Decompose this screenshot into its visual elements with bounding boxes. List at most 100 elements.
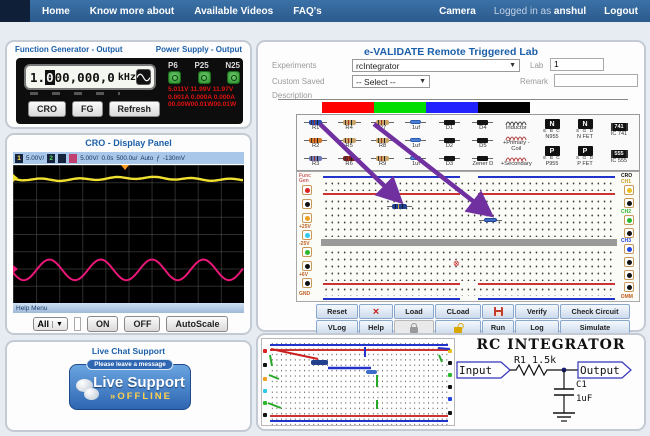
svg-text:1uF: 1uF [576,394,592,404]
autoscale-button[interactable]: AutoScale [166,316,229,332]
p6-power-led[interactable] [168,71,181,84]
placed-capacitor[interactable] [479,218,502,222]
component-n-fet[interactable]: NS G DN FET [569,116,601,143]
component-npn-transistor[interactable]: NE B C N955 [535,116,569,143]
wire-color-blue[interactable] [426,102,478,113]
component-secondary-coil[interactable]: +Secondary [500,152,533,170]
chevron-down-icon: ▼ [419,78,426,85]
custom-saved-select[interactable]: -- Select -- ▼ [352,75,430,88]
svg-text:Output: Output [580,364,620,377]
component-pnp-transistor[interactable]: PE B C P955 [535,143,569,170]
ch1-gnd-terminal[interactable] [624,198,634,208]
component-r1[interactable]: R1 [299,116,332,134]
component-d5[interactable]: D5 [466,134,499,152]
refresh-button[interactable]: Refresh [108,101,161,117]
component-primary-coil[interactable]: +Primary - Coil [500,134,533,152]
nav-home[interactable]: Home [42,6,70,17]
gnd-terminal-3[interactable] [302,278,312,288]
component-ic555[interactable]: 555 IC 555 [601,143,637,170]
channel-indicator[interactable] [73,317,81,331]
component-zener[interactable]: Zener D [466,152,499,170]
lab-number-input[interactable]: 1 [550,58,604,71]
help-menu-bar[interactable]: Help Menu [13,303,244,313]
nav-know-more[interactable]: Know more about [90,6,174,17]
on-button[interactable]: ON [86,316,119,332]
component-cap1[interactable]: 1uf [399,116,432,134]
component-r7[interactable]: R7 [366,116,399,134]
p6v-terminal[interactable] [302,247,312,257]
ch3-gnd-terminal[interactable] [624,257,634,267]
nav-available-videos[interactable]: Available Videos [194,6,273,17]
fg-button[interactable]: FG [72,101,103,117]
cload-button[interactable]: CLoad [435,304,481,319]
p25-label: P25 [194,61,209,70]
live-support-badge[interactable]: Please leave a message Live Support » OFF… [69,359,191,410]
p25-power-led[interactable] [197,71,211,84]
ch3-terminal[interactable] [624,244,634,254]
off-button[interactable]: OFF [124,316,161,332]
reset-button[interactable]: Reset [316,304,358,319]
gnd-terminal-1[interactable] [302,199,312,209]
component-r2[interactable]: R2 [299,134,332,152]
supply-watts: 00.00W00.01W00.01W [168,101,237,108]
experiments-select[interactable]: rcIntegrator ▼ [352,59,520,72]
component-d1[interactable]: D1 [433,116,466,134]
component-r5[interactable]: R5 [332,134,365,152]
component-r3[interactable]: R3 [299,152,332,170]
wire-color-red[interactable] [322,102,374,113]
component-r6[interactable]: R6 [332,152,365,170]
load-button[interactable]: Load [394,304,434,319]
component-r4[interactable]: R4 [332,116,365,134]
leave-message-pill: Please leave a message [86,359,174,370]
func-gen-terminal[interactable] [302,185,312,195]
trigger-position-marker [121,165,129,170]
svg-text:R1 1.5k: R1 1.5k [514,355,556,366]
offline-status: » OFFLINE [110,391,172,402]
left-terminal-strip: Func Gen +25V -25V +6V GND [298,173,318,302]
wire-color-green[interactable] [374,102,426,113]
custom-saved-label: Custom Saved [272,77,325,86]
oscilloscope-screen [13,165,244,303]
ch1-terminal[interactable] [624,185,634,195]
p25v-terminal[interactable] [302,213,312,223]
check-circuit-button[interactable]: Check Circuit [560,304,630,319]
component-ic741[interactable]: 741 IC 741 [601,116,637,143]
nav-faqs[interactable]: FAQ's [293,6,322,17]
component-inductor[interactable]: Inductor [500,116,533,134]
breadboard[interactable]: Func Gen +25V -25V +6V GND CRO CH1 CH2 C… [296,171,640,302]
gnd-label: GND [299,291,311,297]
component-p-fet[interactable]: PS G DP FET [569,143,601,170]
n25-power-led[interactable] [227,71,240,84]
delete-button[interactable]: × [359,304,393,319]
component-cap2[interactable]: 1uf [399,134,432,152]
func-gen-label: Func Gen [299,173,311,184]
cro-button[interactable]: CRO [28,101,66,117]
channel-select[interactable]: All ▼ [32,317,68,331]
svg-text:Input: Input [459,364,492,377]
component-d3[interactable]: D3 [433,152,466,170]
verify-button[interactable]: Verify [515,304,559,319]
dmm-terminal-1[interactable] [624,270,634,280]
ch2-gnd-terminal[interactable] [624,228,634,238]
page-title: e-VALIDATE Remote Triggered Lab [363,46,539,58]
remark-input[interactable] [554,74,638,87]
save-button[interactable] [482,304,514,319]
dmm-terminal-2[interactable] [624,282,634,292]
component-d2[interactable]: D2 [433,134,466,152]
fg-title: Function Generator - Output [15,45,123,54]
n25v-terminal[interactable] [302,230,312,240]
nav-logout[interactable]: Logout [604,6,638,17]
chevron-down-icon: ▼ [509,62,516,69]
placed-resistor[interactable] [387,204,412,209]
component-d4[interactable]: D4 [466,116,499,134]
component-r9[interactable]: R9 [366,152,399,170]
wire-color-black[interactable] [478,102,530,113]
gnd-terminal-2[interactable] [302,261,312,271]
ch1-level-marker [13,174,18,182]
component-r8[interactable]: R8 [366,134,399,152]
rail-bottom-blue [323,298,615,300]
supply-volts: 5.011V 11.99V 11.97V [168,86,234,93]
ch2-terminal[interactable] [624,215,634,225]
component-cap3[interactable]: 1uf [399,152,432,170]
nav-camera[interactable]: Camera [439,6,476,17]
